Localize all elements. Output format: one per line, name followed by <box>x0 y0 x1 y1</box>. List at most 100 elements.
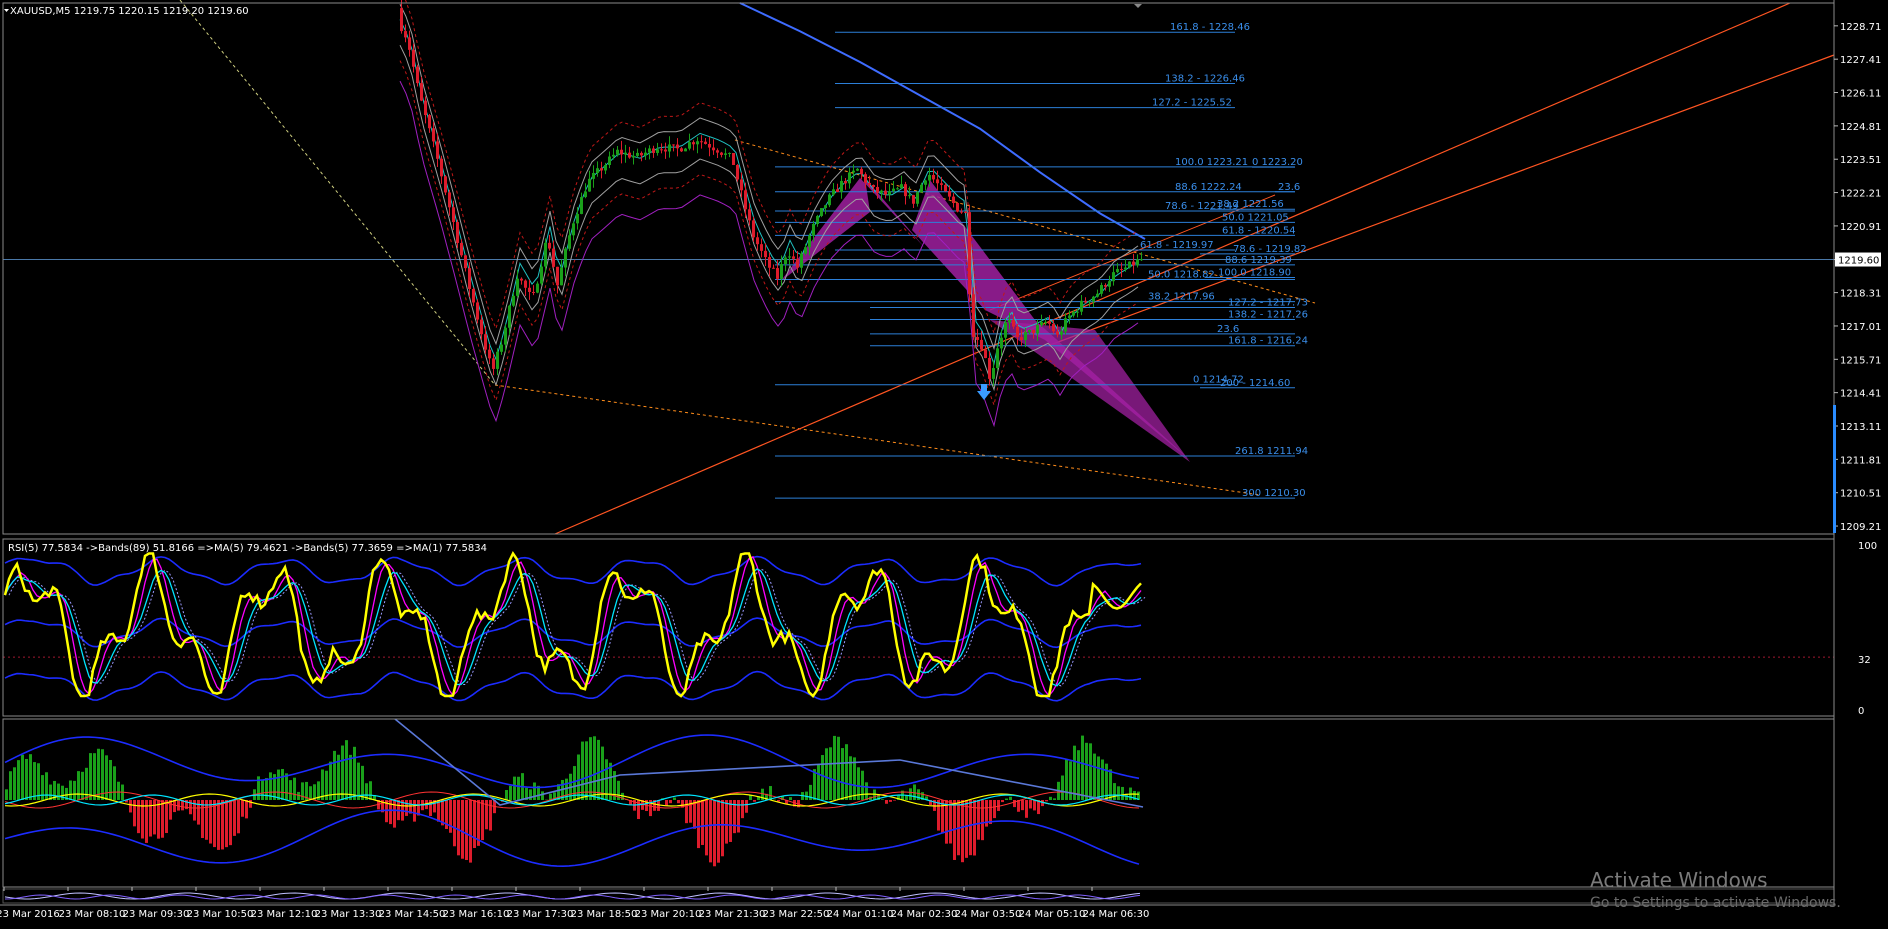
histogram-bar <box>109 759 112 800</box>
candle-body <box>768 257 771 268</box>
candle-body <box>780 264 783 279</box>
histogram-bar <box>341 745 344 800</box>
candle-body <box>528 287 531 292</box>
histogram-bar <box>825 748 828 800</box>
candle-body <box>1036 325 1039 334</box>
price-tick-label: 1223.51 <box>1840 155 1881 166</box>
price-tick-label: 1214.41 <box>1840 389 1881 400</box>
histogram-bar <box>1053 798 1056 800</box>
fib-level-label: 300 1210.30 <box>1242 488 1306 499</box>
time-tick-label: 24 Mar 02:30 <box>891 909 958 920</box>
candle-body <box>736 164 739 180</box>
time-tick-label: 23 Mar 14:50 <box>379 909 446 920</box>
candle-body <box>972 294 975 337</box>
candle-body <box>776 268 779 279</box>
histogram-bar <box>353 746 356 800</box>
histogram-bar <box>729 800 732 842</box>
candle-body <box>652 148 655 153</box>
trading-chart[interactable]: 161.8 - 1228.46 138.2 - 1226.46 127.2 - 12… <box>0 0 1888 929</box>
histogram-bar <box>685 800 688 824</box>
candle-body <box>680 148 683 152</box>
candle-body <box>1128 261 1131 268</box>
candle-body <box>944 184 947 192</box>
histogram-bar <box>345 740 348 800</box>
fib-level-label: 261.8 1211.94 <box>1235 446 1308 457</box>
histogram-bar <box>1117 786 1120 800</box>
candle-body <box>772 267 775 269</box>
histogram-bar <box>1005 798 1008 800</box>
histogram-bar <box>101 749 104 800</box>
candle-body <box>404 31 407 38</box>
candle-body <box>792 256 795 259</box>
price-tick-label: 1217.01 <box>1840 322 1881 333</box>
candle-body <box>764 250 767 258</box>
candle-body <box>516 278 519 296</box>
candle-body <box>868 182 871 185</box>
histogram-bar <box>721 800 724 857</box>
histogram-bar <box>701 800 704 845</box>
histogram-bar <box>1013 800 1016 808</box>
candle-body <box>732 152 735 165</box>
candle-body <box>892 188 895 192</box>
candle-body <box>888 191 891 195</box>
histogram-bar <box>881 799 884 800</box>
histogram-bar <box>229 800 232 846</box>
histogram-bar <box>837 736 840 800</box>
candle-body <box>852 170 855 173</box>
candle-body <box>440 158 443 177</box>
histogram-bar <box>473 800 476 849</box>
histogram-bar <box>845 744 848 800</box>
histogram-bar <box>1093 753 1096 800</box>
histogram-bar <box>1097 756 1100 800</box>
candle-body <box>524 280 527 288</box>
histogram-bar <box>465 800 468 861</box>
price-tick-label: 1213.11 <box>1840 422 1881 433</box>
histogram-bar <box>753 800 756 802</box>
candle-body <box>952 196 955 204</box>
histogram-bar <box>449 800 452 833</box>
histogram-bar <box>1069 761 1072 800</box>
fib-level-label: 88.6 1222.24 <box>1175 182 1242 193</box>
price-tick-label: 1218.31 <box>1840 289 1881 300</box>
time-tick-label: 24 Mar 06:30 <box>1083 909 1150 920</box>
candle-body <box>512 295 515 306</box>
candle-body <box>616 149 619 155</box>
candle-body <box>936 179 939 184</box>
candle-body <box>592 172 595 179</box>
histogram-bar <box>25 758 28 800</box>
histogram-bar <box>413 800 416 822</box>
candle-body <box>620 149 623 155</box>
histogram-bar <box>885 800 888 804</box>
histogram-bar <box>217 800 220 850</box>
candle-body <box>648 148 651 153</box>
histogram-bar <box>293 777 296 800</box>
histogram-bar <box>205 800 208 840</box>
time-tick-label: 23 Mar 09:30 <box>123 909 190 920</box>
candle-body <box>968 212 971 295</box>
histogram-bar <box>333 750 336 800</box>
candle-body <box>856 168 859 171</box>
time-tick-label: 23 Mar 22:50 <box>763 909 830 920</box>
rsi-header: RSI(5) 77.5834 ->Bands(89) 51.8166 =>MA(… <box>8 543 487 554</box>
histogram-bar <box>945 800 948 844</box>
candle-body <box>804 247 807 254</box>
candle-body <box>976 336 979 340</box>
histogram-bar <box>713 800 716 867</box>
candle-body <box>672 144 675 146</box>
mini-strip-frame <box>2 888 1835 904</box>
candle-body <box>840 180 843 192</box>
histogram-bar <box>1045 800 1048 802</box>
candle-body <box>724 153 727 155</box>
candle-body <box>752 220 755 238</box>
candle-body <box>588 178 591 192</box>
candle-body <box>828 194 831 206</box>
histogram-bar <box>369 781 372 800</box>
fib-level-label: 61.8 - 1220.54 <box>1222 225 1296 236</box>
histogram-bar <box>221 800 224 850</box>
candle-body <box>540 266 543 284</box>
histogram-bar <box>965 800 968 858</box>
histogram-bar <box>1033 800 1036 811</box>
candle-body <box>924 180 927 185</box>
fib-level-label: 61.8 - 1219.97 <box>1140 240 1214 251</box>
histogram-bar <box>461 800 464 859</box>
